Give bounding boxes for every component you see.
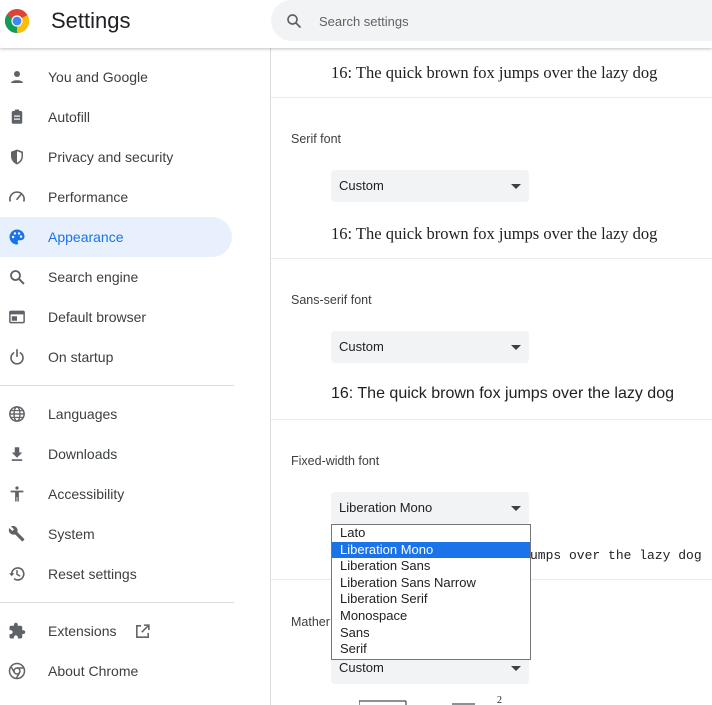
sidebar-item-you-and-google[interactable]: You and Google [0, 57, 232, 97]
clipboard-icon [11, 109, 23, 124]
accessibility-icon [10, 486, 24, 502]
sidebar: You and Google Autofill Privacy and secu… [0, 48, 270, 705]
sidebar-item-system[interactable]: System [0, 514, 232, 554]
chrome-logo-icon [8, 662, 26, 680]
chevron-down-icon [511, 666, 521, 671]
globe-icon [9, 406, 25, 422]
fixed-width-font-options[interactable]: Lato Liberation Mono Liberation Sans Lib… [331, 524, 531, 660]
sidebar-item-label: On startup [48, 349, 114, 365]
serif-font-label: Serif font [291, 132, 342, 146]
font-option-sans[interactable]: Sans [332, 625, 530, 642]
sidebar-item-extensions[interactable]: Extensions [0, 611, 232, 651]
sidebar-item-label: Appearance [48, 229, 124, 245]
font-option-liberation-serif[interactable]: Liberation Serif [332, 591, 530, 608]
serif-font-select[interactable]: Custom [331, 170, 529, 202]
sidebar-item-label: Performance [48, 189, 129, 205]
sans-serif-font-sample: 16: The quick brown fox jumps over the l… [331, 385, 674, 402]
sidebar-item-label: About Chrome [48, 663, 139, 679]
font-option-liberation-sans-narrow[interactable]: Liberation Sans Narrow [332, 575, 530, 592]
wrench-icon [8, 525, 25, 542]
open-external-icon[interactable] [134, 623, 151, 640]
palette-icon [9, 229, 25, 245]
sidebar-item-reset-settings[interactable]: Reset settings [0, 554, 232, 594]
math-font-sample: 2 [359, 696, 502, 705]
download-icon [11, 447, 23, 461]
fixed-width-font-sample: umps over the lazy dog [530, 548, 702, 563]
sidebar-item-autofill[interactable]: Autofill [0, 97, 232, 137]
sidebar-item-languages[interactable]: Languages [0, 394, 232, 434]
chevron-down-icon [511, 184, 521, 189]
history-reset-icon [9, 567, 25, 581]
sidebar-item-performance[interactable]: Performance [0, 177, 232, 217]
power-icon [10, 349, 24, 365]
sidebar-item-label: Search engine [48, 269, 139, 285]
sans-serif-font-select[interactable]: Custom [331, 331, 529, 363]
section-divider [271, 258, 712, 259]
sidebar-item-default-browser[interactable]: Default browser [0, 297, 232, 337]
sidebar-item-label: Autofill [48, 109, 91, 125]
sidebar-item-search-engine[interactable]: Search engine [0, 257, 232, 297]
app-title: Settings [51, 8, 131, 33]
search-icon[interactable] [285, 12, 303, 30]
section-divider [271, 97, 712, 98]
sidebar-item-label: Downloads [48, 446, 118, 462]
sidebar-item-label: Extensions [48, 623, 117, 639]
sidebar-divider [0, 602, 234, 603]
sidebar-item-label: Accessibility [48, 486, 125, 502]
header: Settings [0, 0, 712, 48]
math-font-label: Mather [291, 615, 330, 629]
sidebar-item-about-chrome[interactable]: About Chrome [0, 651, 232, 691]
font-option-liberation-sans[interactable]: Liberation Sans [332, 558, 530, 575]
standard-font-sample: 16: The quick brown fox jumps over the l… [331, 63, 658, 82]
speedometer-icon [9, 191, 25, 202]
search-icon [10, 270, 25, 285]
person-icon [11, 71, 23, 83]
serif-font-sample: 16: The quick brown fox jumps over the l… [331, 224, 658, 243]
sidebar-item-label: Privacy and security [48, 149, 174, 165]
fixed-width-font-label: Fixed-width font [291, 454, 380, 468]
font-option-monospace[interactable]: Monospace [332, 608, 530, 625]
puzzle-icon [9, 622, 26, 639]
font-option-serif[interactable]: Serif [332, 641, 530, 658]
sidebar-item-on-startup[interactable]: On startup [0, 337, 232, 377]
search-input[interactable] [317, 9, 701, 33]
fixed-width-font-value: Liberation Mono [339, 500, 433, 515]
sans-serif-font-value: Custom [339, 339, 384, 354]
fixed-width-font-select[interactable]: Liberation Mono [331, 492, 529, 524]
sidebar-item-accessibility[interactable]: Accessibility [0, 474, 232, 514]
sidebar-item-label: Default browser [48, 309, 147, 325]
search-box[interactable] [271, 0, 712, 41]
chrome-logo-icon [4, 9, 30, 33]
sidebar-item-label: Reset settings [48, 566, 137, 582]
sidebar-item-downloads[interactable]: Downloads [0, 434, 232, 474]
shield-icon [11, 149, 23, 165]
serif-font-value: Custom [339, 178, 384, 193]
sidebar-divider [0, 385, 234, 386]
font-option-lato[interactable]: Lato [332, 525, 530, 542]
section-divider [271, 419, 712, 420]
sidebar-item-label: System [48, 526, 95, 542]
chevron-down-icon [511, 345, 521, 350]
sidebar-item-label: You and Google [48, 69, 148, 85]
sans-serif-font-label: Sans-serif font [291, 293, 372, 307]
sidebar-item-label: Languages [48, 406, 118, 422]
font-option-liberation-mono[interactable]: Liberation Mono [332, 541, 530, 559]
sidebar-item-appearance[interactable]: Appearance [0, 217, 232, 257]
svg-text:2: 2 [497, 696, 502, 705]
browser-window-icon [9, 310, 25, 324]
chevron-down-icon [511, 506, 521, 511]
sidebar-item-privacy-and-security[interactable]: Privacy and security [0, 137, 232, 177]
